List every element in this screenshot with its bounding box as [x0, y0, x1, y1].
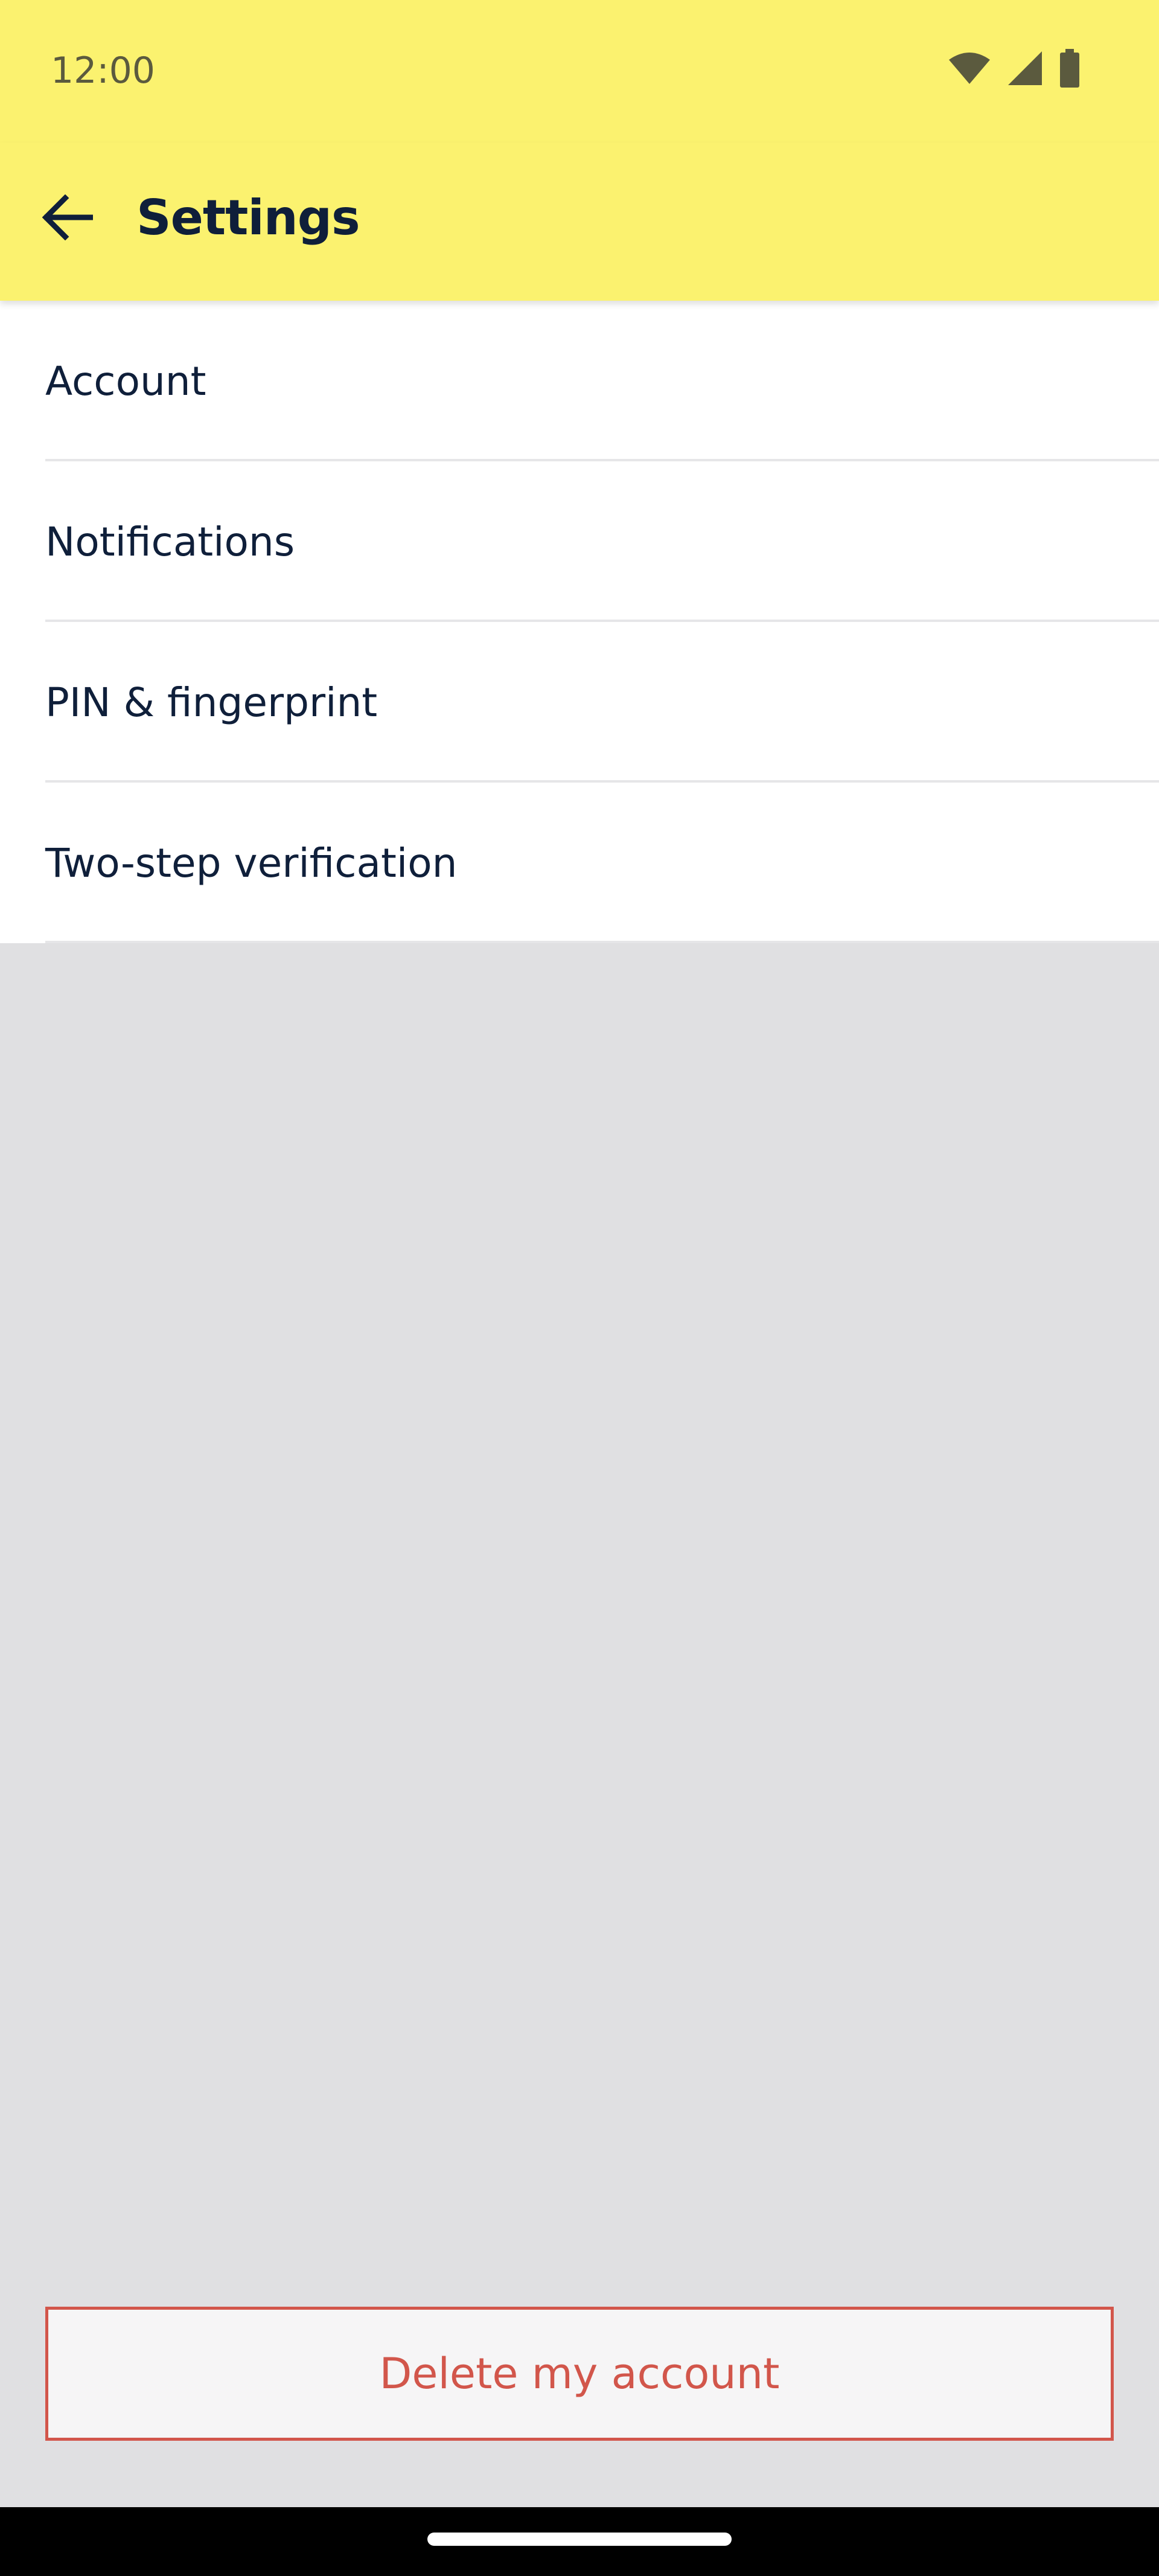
status-time: 12:00 — [51, 50, 155, 92]
system-nav-bar — [0, 2507, 1159, 2576]
status-icons — [948, 49, 1081, 90]
settings-item-label: Two-step verification — [45, 839, 458, 886]
wifi-icon — [948, 51, 991, 88]
settings-item-account[interactable]: Account — [0, 301, 1159, 461]
home-indicator[interactable] — [427, 2533, 732, 2546]
settings-item-two-step-verification[interactable]: Two-step verification — [0, 783, 1159, 943]
settings-list: Account Notifications PIN & fingerprint … — [0, 301, 1159, 943]
status-bar: 12:00 — [0, 0, 1159, 143]
settings-item-label: Account — [45, 357, 206, 405]
settings-item-notifications[interactable]: Notifications — [0, 461, 1159, 622]
settings-item-label: Notifications — [45, 518, 295, 565]
cellular-signal-icon — [1007, 50, 1043, 89]
page-title: Settings — [136, 190, 360, 246]
arrow-left-icon — [42, 194, 94, 243]
delete-account-button[interactable]: Delete my account — [45, 2307, 1114, 2441]
app-bar: Settings — [0, 143, 1159, 301]
battery-icon — [1059, 49, 1081, 90]
back-button[interactable] — [31, 182, 104, 255]
settings-item-label: PIN & fingerprint — [45, 679, 378, 726]
settings-item-pin-fingerprint[interactable]: PIN & fingerprint — [0, 622, 1159, 783]
